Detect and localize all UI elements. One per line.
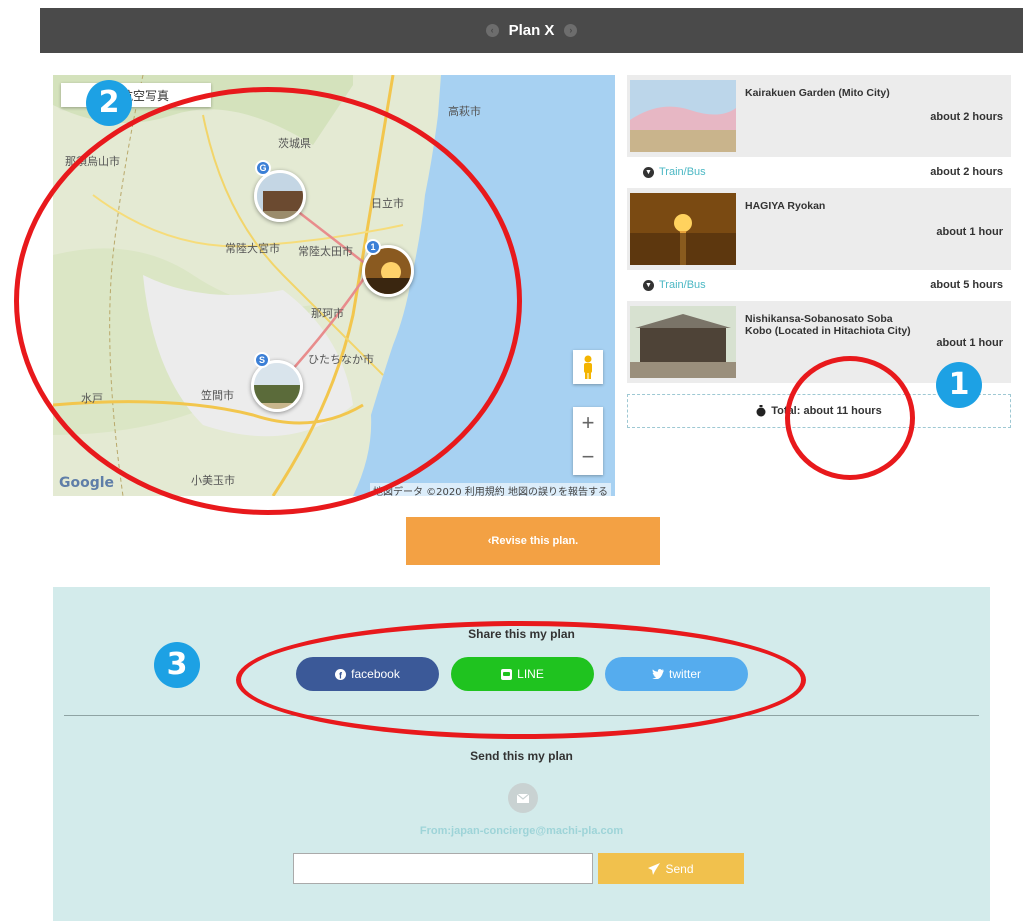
zoom-in-button[interactable]: + — [573, 407, 603, 441]
chevron-down-circle-icon: ▼ — [643, 280, 654, 291]
chevron-down-circle-icon: ▼ — [643, 167, 654, 178]
street-view-pegman-icon[interactable] — [573, 350, 603, 384]
spot-name: Nishikansa-Sobanosato Soba Kobo (Located… — [745, 313, 911, 337]
plan-header: ‹ Plan X › — [40, 8, 1023, 53]
annotation-ring-share — [236, 621, 806, 739]
revise-plan-button[interactable]: ‹ Revise this plan. — [406, 517, 660, 565]
spot-duration: about 1 hour — [936, 226, 1003, 238]
paper-plane-icon — [648, 862, 661, 875]
chevron-left-icon[interactable]: ‹ — [485, 24, 499, 37]
send-button[interactable]: Send — [598, 853, 744, 884]
stopwatch-icon — [756, 405, 766, 417]
chevron-right-icon[interactable]: › — [564, 24, 578, 37]
itinerary-spot[interactable]: Kairakuen Garden (Mito City) about 2 hou… — [627, 75, 1011, 157]
transit-mode-link[interactable]: Train/Bus — [659, 279, 706, 291]
zoom-out-button[interactable]: − — [573, 441, 603, 475]
mail-icon — [508, 783, 538, 813]
itinerary-spot[interactable]: HAGIYA Ryokan about 1 hour — [627, 188, 1011, 270]
spot-duration: about 2 hours — [930, 111, 1003, 123]
annotation-badge-3: 3 — [154, 642, 200, 688]
transit-mode-link[interactable]: Train/Bus — [659, 166, 706, 178]
page-title: Plan X — [508, 22, 555, 39]
annotation-ring-map — [14, 87, 522, 515]
annotation-badge-1: 1 — [936, 362, 982, 408]
google-logo: Google — [59, 475, 115, 491]
spot-duration: about 1 hour — [936, 337, 1003, 349]
transit-duration: about 5 hours — [930, 279, 1003, 291]
spot-photo — [630, 193, 736, 265]
itinerary-list: Kairakuen Garden (Mito City) about 2 hou… — [627, 75, 1011, 383]
transit-row: ▼ Train/Bus about 2 hours — [627, 157, 1011, 188]
spot-name: HAGIYA Ryokan — [745, 200, 826, 212]
map-attribution[interactable]: 地図データ ©2020 利用規約 地図の誤りを報告する — [370, 483, 611, 496]
transit-duration: about 2 hours — [930, 166, 1003, 178]
annotation-ring-total — [785, 356, 915, 480]
from-address: From:japan-concierge@machi-pla.com — [419, 825, 624, 837]
revise-plan-label: Revise this plan. — [491, 535, 579, 547]
map-label-takahagi: 高萩市 — [448, 105, 481, 118]
spot-name: Kairakuen Garden (Mito City) — [745, 87, 890, 99]
spot-photo — [630, 306, 736, 378]
send-label: Send — [665, 861, 694, 876]
zoom-control: + − — [573, 407, 603, 475]
spot-photo — [630, 80, 736, 152]
email-field[interactable] — [293, 853, 593, 884]
transit-row: ▼ Train/Bus about 5 hours — [627, 270, 1011, 301]
annotation-badge-2: 2 — [86, 80, 132, 126]
send-heading: Send this my plan — [470, 749, 573, 763]
